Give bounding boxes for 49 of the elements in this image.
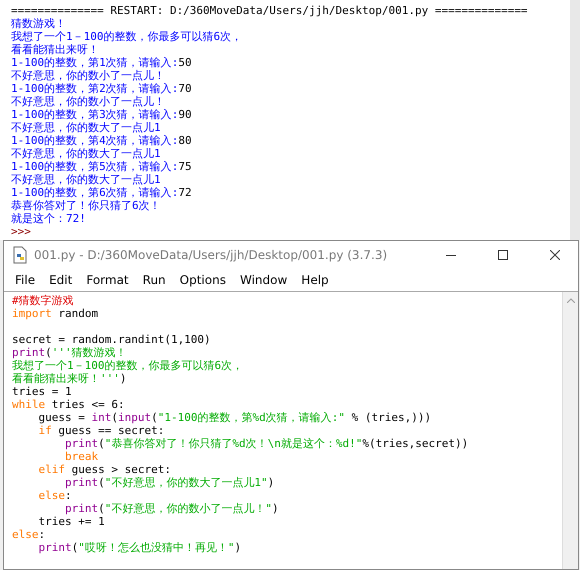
shell-line: 不好意思，你的数小了一点儿！ [11, 95, 166, 108]
code-line: print("哎呀！怎么也没猜中！再见！") [37, 541, 242, 554]
maximize-icon[interactable] [498, 250, 508, 260]
shell-line: 不好意思，你的数大了一点儿1 [11, 121, 162, 134]
shell-line: 猜数游戏！ [11, 17, 67, 30]
shell-line: 我想了一个1－100的整数，你最多可以猜6次， [11, 30, 244, 43]
code-line: elif guess > secret: [37, 463, 172, 476]
code-line: tries = 1 [12, 385, 73, 398]
shell-line: >>> [11, 225, 32, 238]
shell-line: 1-100的整数，第2次猜，请输入:70 [11, 82, 193, 95]
code-line: print('''猜数游戏！ [12, 346, 128, 359]
code-line: print("恭喜你答对了！你只猜了%d次！\n就是这个：%d!"%(tries,secret)) [64, 437, 470, 450]
python-file-icon [12, 246, 28, 264]
shell-line: 1-100的整数，第6次猜，请输入:72 [11, 186, 193, 199]
code-line: secret = random.randint(1,100) [12, 333, 212, 346]
shell-line: 不好意思，你的数大了一点儿1 [11, 147, 162, 160]
code-line: 看看能猜出来呀！''') [12, 372, 128, 385]
shell-line: 就是这个：72! [11, 212, 87, 225]
code-line: while tries <= 6: [12, 398, 126, 411]
menu-item[interactable]: Format [79, 273, 136, 287]
code-line: guess = int(input("1-100的整数，第%d次猜，请输入:" % (tries,))) [37, 411, 432, 424]
shell-line: 1-100的整数，第1次猜，请输入:50 [11, 56, 193, 69]
code-line: print("不好意思，你的数小了一点儿！") [64, 502, 280, 515]
close-icon[interactable] [550, 250, 560, 260]
shell-line: 1-100的整数，第4次猜，请输入:80 [11, 134, 193, 147]
code-line: #猜数字游戏 [12, 294, 75, 307]
shell-line: 恭喜你答对了！你只猜了6次！ [11, 199, 162, 212]
code-line: if guess == secret: [37, 424, 166, 437]
menu-item[interactable]: File [8, 273, 42, 287]
shell-line: 看看能猜出来呀！ [11, 43, 100, 56]
code-line: import random [12, 307, 100, 320]
shell-line: 不好意思，你的数小了一点儿！ [11, 69, 166, 82]
menu-item[interactable]: Window [232, 273, 294, 287]
menu-item[interactable]: Edit [42, 273, 80, 287]
scrollbar[interactable] [562, 292, 578, 569]
menu-item[interactable]: Run [136, 273, 173, 287]
code-line: print("不好意思，你的数大了一点儿1") [64, 476, 276, 489]
menu-item[interactable]: Options [172, 273, 233, 287]
shell-line: 1-100的整数，第3次猜，请输入:90 [11, 108, 193, 121]
window-title: 001.py - D:/360MoveData/Users/jjh/Desktop/001.py (3.7.3) [34, 248, 388, 262]
shell-line: ============== RESTART: D:/360MoveData/Users/jjh/Desktop/001.py ============== [11, 4, 529, 17]
code-line: break [64, 450, 100, 463]
code-line: tries += 1 [38, 515, 106, 528]
code-line: else: [37, 489, 73, 502]
shell-line: 1-100的整数，第5次猜，请输入:75 [11, 160, 193, 173]
code-line: 我想了一个1－100的整数，你最多可以猜6次， [12, 359, 244, 372]
shell-line: 不好意思，你的数大了一点儿1 [11, 173, 162, 186]
code-line: else: [12, 528, 46, 541]
menu-item[interactable]: Help [294, 273, 336, 287]
